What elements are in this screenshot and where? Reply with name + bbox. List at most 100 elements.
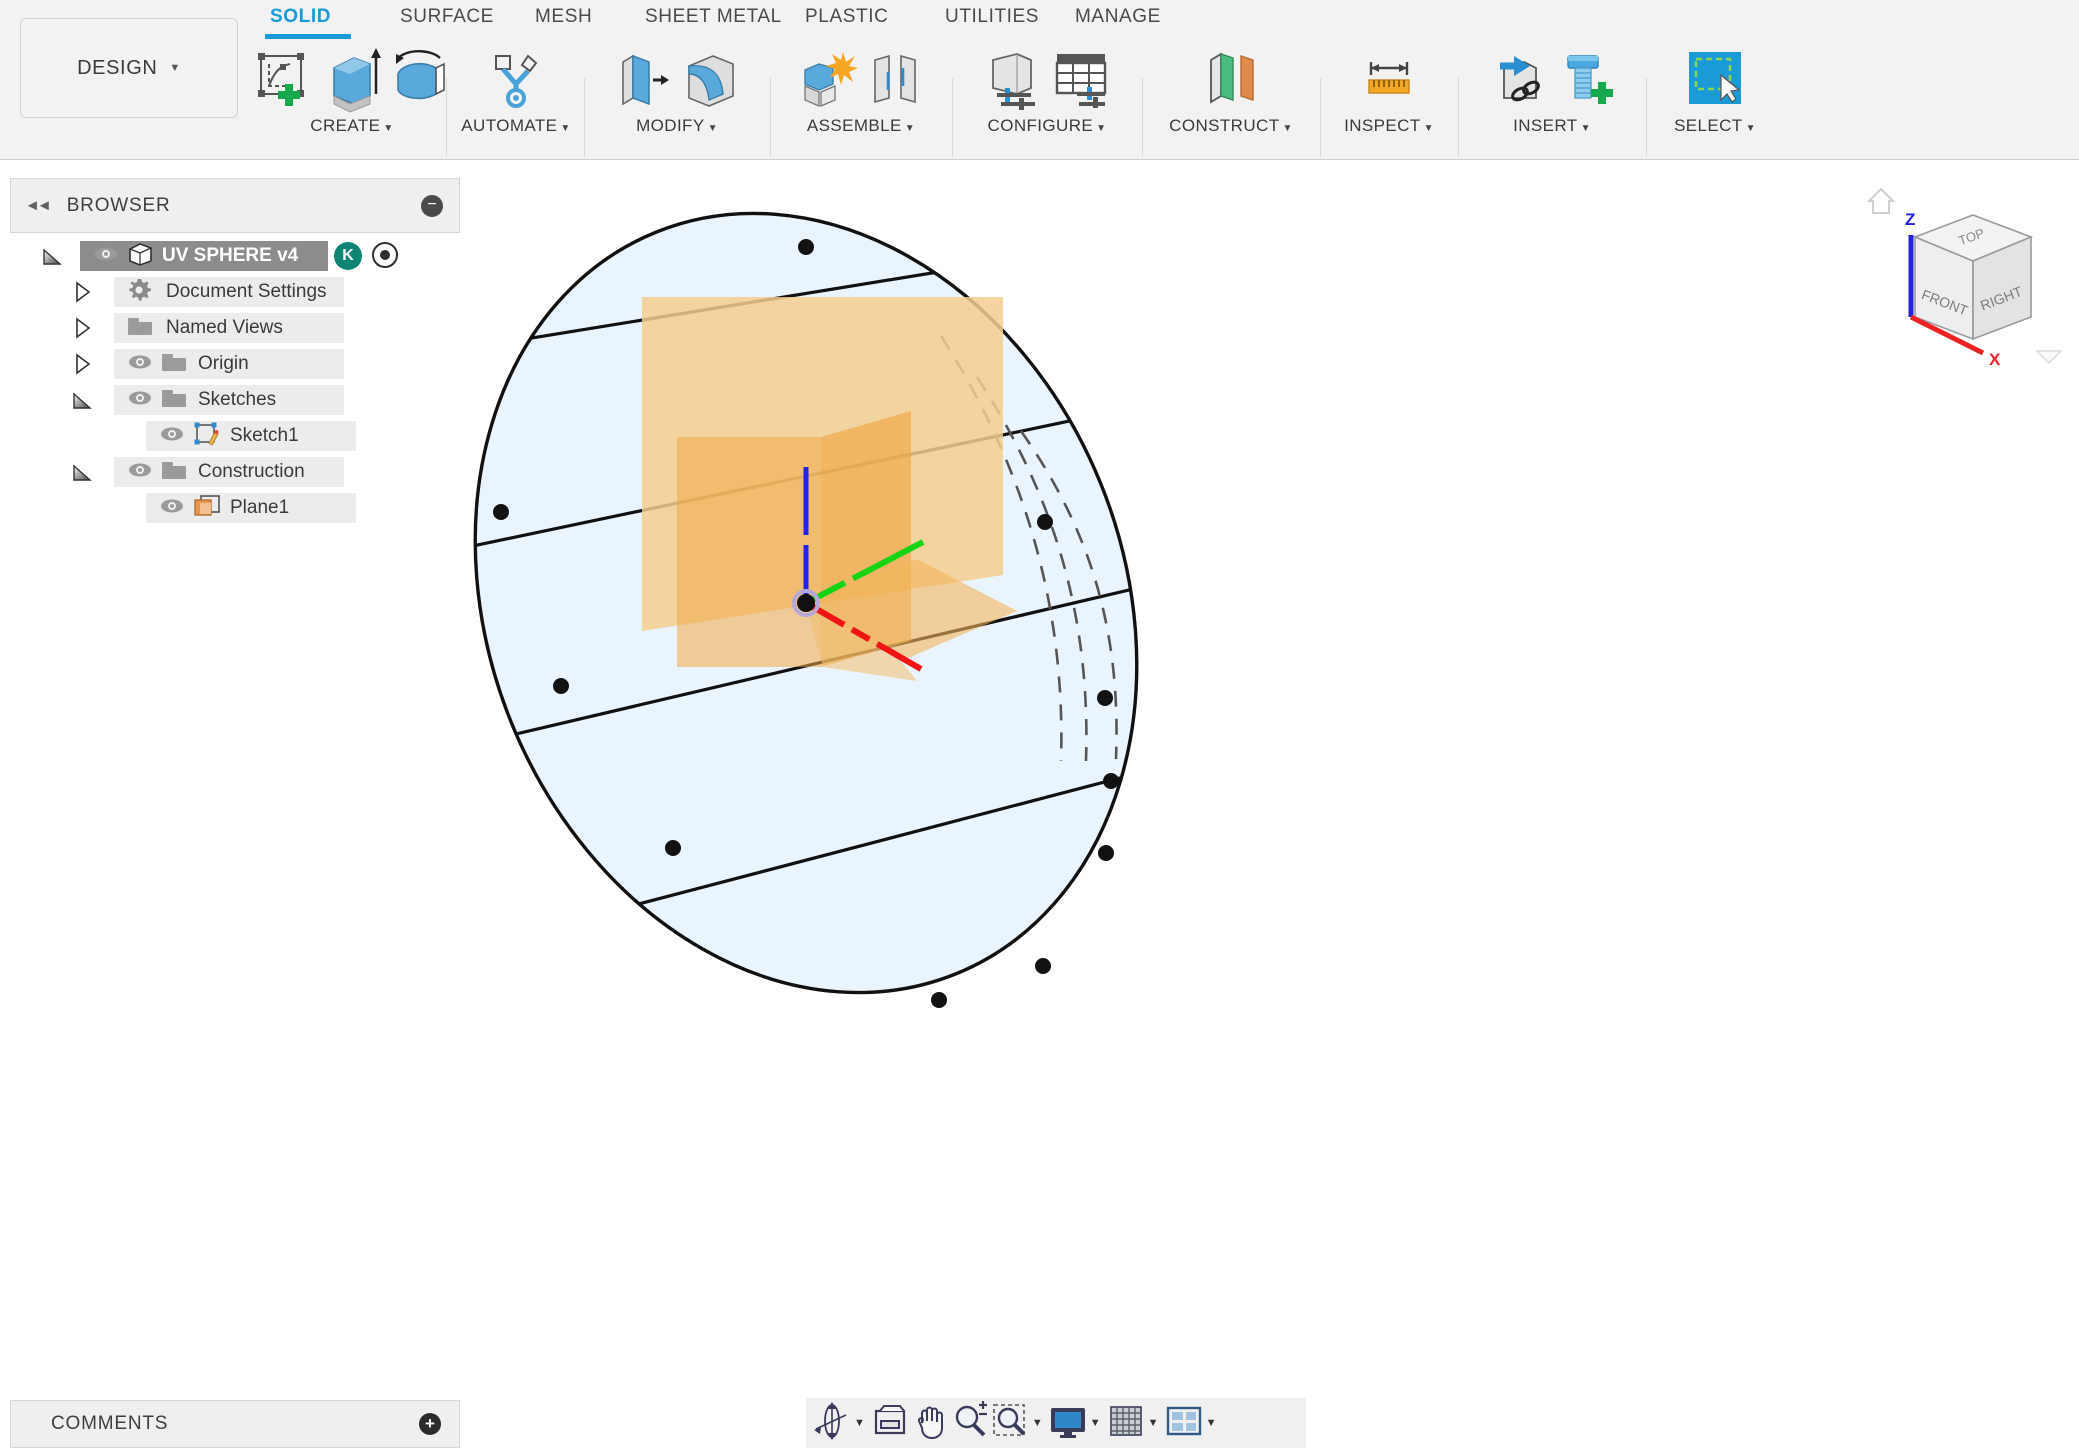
nav-look-at[interactable] bbox=[870, 1401, 910, 1445]
configure-model-icon[interactable] bbox=[981, 42, 1045, 114]
chevron-down-icon[interactable]: ▼ bbox=[383, 123, 393, 134]
select-window-icon[interactable] bbox=[1683, 42, 1747, 114]
origin-point[interactable] bbox=[797, 594, 815, 612]
chevron-down-icon[interactable]: ▼ bbox=[1424, 123, 1434, 134]
configure-table-icon[interactable] bbox=[1049, 42, 1113, 114]
visibility-eye-icon[interactable] bbox=[158, 424, 186, 449]
grid-settings-icon[interactable] bbox=[1106, 1401, 1146, 1446]
chevron-down-icon[interactable]: ▼ bbox=[854, 1417, 865, 1429]
insert-derive-icon[interactable] bbox=[1486, 42, 1550, 114]
automate-icon[interactable] bbox=[484, 42, 548, 114]
collapse-left-icon[interactable]: ◄◄ bbox=[25, 197, 52, 214]
chevron-down-icon[interactable]: ▼ bbox=[905, 123, 915, 134]
panel-label-text: CONSTRUCT bbox=[1169, 116, 1280, 135]
extrude-icon[interactable] bbox=[320, 42, 384, 114]
ribbon-tab-sheet-metal[interactable]: SHEET METAL bbox=[645, 6, 782, 28]
panel-label-select[interactable]: SELECT ▼ bbox=[1674, 116, 1756, 136]
chevron-down-icon[interactable]: ▼ bbox=[708, 123, 718, 134]
nav-zoom-window[interactable]: ▼ bbox=[990, 1401, 1048, 1445]
minus-circle-icon[interactable]: − bbox=[421, 194, 443, 217]
ribbon-tab-surface[interactable]: SURFACE bbox=[400, 6, 494, 28]
visibility-eye-icon[interactable] bbox=[126, 352, 154, 377]
visibility-eye-icon[interactable] bbox=[126, 388, 154, 413]
chevron-down-icon[interactable]: ▼ bbox=[1148, 1417, 1159, 1429]
ribbon-tab-mesh[interactable]: MESH bbox=[535, 6, 592, 28]
view-cube[interactable]: TOP FRONT RIGHT Z X bbox=[1861, 179, 2071, 389]
sketch-icon bbox=[192, 421, 220, 452]
ribbon-panel-create: CREATE ▼ bbox=[258, 36, 445, 158]
look-at-icon[interactable] bbox=[870, 1401, 910, 1446]
visibility-eye-icon[interactable] bbox=[158, 496, 186, 521]
chevron-down-icon[interactable]: ▼ bbox=[1032, 1417, 1043, 1429]
home-icon[interactable] bbox=[1866, 187, 1896, 214]
press-pull-icon[interactable] bbox=[611, 42, 675, 114]
chevron-down-icon[interactable]: ▼ bbox=[1096, 123, 1106, 134]
chevron-down-icon[interactable]: ▼ bbox=[1206, 1417, 1217, 1429]
insert-mcmaster-icon[interactable] bbox=[1554, 42, 1618, 114]
visibility-eye-icon[interactable] bbox=[92, 244, 120, 269]
panel-label-configure[interactable]: CONFIGURE ▼ bbox=[988, 116, 1107, 136]
browser-item-origin[interactable]: Origin bbox=[10, 346, 460, 382]
joint-icon[interactable] bbox=[863, 42, 927, 114]
panel-label-automate[interactable]: AUTOMATE ▼ bbox=[461, 116, 570, 136]
pan-icon[interactable] bbox=[910, 1401, 950, 1446]
nav-display-settings[interactable]: ▼ bbox=[1048, 1401, 1106, 1445]
activate-component-icon[interactable] bbox=[372, 242, 398, 268]
workspace-switcher-button[interactable]: DESIGN ▼ bbox=[20, 18, 238, 118]
comments-title: COMMENTS bbox=[51, 1413, 169, 1434]
ribbon-tab-manage[interactable]: MANAGE bbox=[1075, 6, 1161, 28]
orbit-icon[interactable] bbox=[812, 1401, 852, 1446]
browser-item-sketch1[interactable]: Sketch1 bbox=[10, 418, 460, 454]
browser-panel-header[interactable]: ◄◄ BROWSER − bbox=[10, 178, 460, 233]
nav-orbit[interactable]: ▼ bbox=[812, 1401, 870, 1445]
new-component-icon[interactable] bbox=[795, 42, 859, 114]
expander-collapsed-icon[interactable] bbox=[70, 280, 94, 304]
browser-item-plane1[interactable]: Plane1 bbox=[10, 490, 460, 526]
browser-item-construction[interactable]: Construction bbox=[10, 454, 460, 490]
nav-grid-settings[interactable]: ▼ bbox=[1106, 1401, 1164, 1445]
nav-viewports[interactable]: ▼ bbox=[1164, 1401, 1222, 1445]
panel-icons bbox=[1357, 36, 1421, 114]
comments-panel-header[interactable]: COMMENTS + bbox=[10, 1400, 460, 1448]
revolve-icon[interactable] bbox=[388, 42, 452, 114]
panel-label-modify[interactable]: MODIFY ▼ bbox=[636, 116, 718, 136]
create-sketch-icon[interactable] bbox=[252, 42, 316, 114]
browser-item-uv-sphere-v4[interactable]: UV SPHERE v4 K bbox=[10, 238, 460, 274]
browser-item-sketches[interactable]: Sketches bbox=[10, 382, 460, 418]
nav-zoom[interactable] bbox=[950, 1400, 990, 1446]
zoom-window-icon[interactable] bbox=[990, 1401, 1030, 1446]
panel-label-inspect[interactable]: INSPECT ▼ bbox=[1344, 116, 1434, 136]
panel-label-insert[interactable]: INSERT ▼ bbox=[1513, 116, 1591, 136]
panel-label-construct[interactable]: CONSTRUCT ▼ bbox=[1169, 116, 1293, 136]
chevron-down-icon[interactable] bbox=[2035, 350, 2063, 365]
browser-item-document-settings[interactable]: Document Settings bbox=[10, 274, 460, 310]
contacts-badge-icon[interactable]: K bbox=[334, 242, 362, 270]
expander-expanded-icon[interactable] bbox=[70, 388, 94, 412]
measure-icon[interactable] bbox=[1357, 42, 1421, 114]
panel-label-assemble[interactable]: ASSEMBLE ▼ bbox=[807, 116, 915, 136]
fillet-icon[interactable] bbox=[679, 42, 743, 114]
expander-expanded-icon[interactable] bbox=[40, 244, 64, 268]
display-settings-icon[interactable] bbox=[1048, 1401, 1088, 1446]
canvas-viewport[interactable]: TOP FRONT RIGHT Z X bbox=[461, 161, 2079, 1453]
zoom-icon[interactable] bbox=[950, 1400, 990, 1446]
offset-plane-icon[interactable] bbox=[1199, 42, 1263, 114]
chevron-down-icon[interactable]: ▼ bbox=[560, 123, 570, 134]
panel-label-create[interactable]: CREATE ▼ bbox=[310, 116, 393, 136]
plus-circle-icon[interactable]: + bbox=[419, 1413, 441, 1435]
viewports-icon[interactable] bbox=[1164, 1401, 1204, 1446]
ribbon-tab-solid[interactable]: SOLID bbox=[270, 6, 331, 28]
nav-pan[interactable] bbox=[910, 1401, 950, 1445]
chevron-down-icon[interactable]: ▼ bbox=[1581, 123, 1591, 134]
gear-icon bbox=[126, 277, 152, 308]
expander-collapsed-icon[interactable] bbox=[70, 316, 94, 340]
visibility-eye-icon[interactable] bbox=[126, 460, 154, 485]
chevron-down-icon[interactable]: ▼ bbox=[1283, 123, 1293, 134]
expander-collapsed-icon[interactable] bbox=[70, 352, 94, 376]
ribbon-tab-utilities[interactable]: UTILITIES bbox=[945, 6, 1039, 28]
chevron-down-icon[interactable]: ▼ bbox=[1746, 123, 1756, 134]
chevron-down-icon[interactable]: ▼ bbox=[1090, 1417, 1101, 1429]
browser-item-named-views[interactable]: Named Views bbox=[10, 310, 460, 346]
expander-expanded-icon[interactable] bbox=[70, 460, 94, 484]
ribbon-tab-plastic[interactable]: PLASTIC bbox=[805, 6, 888, 28]
